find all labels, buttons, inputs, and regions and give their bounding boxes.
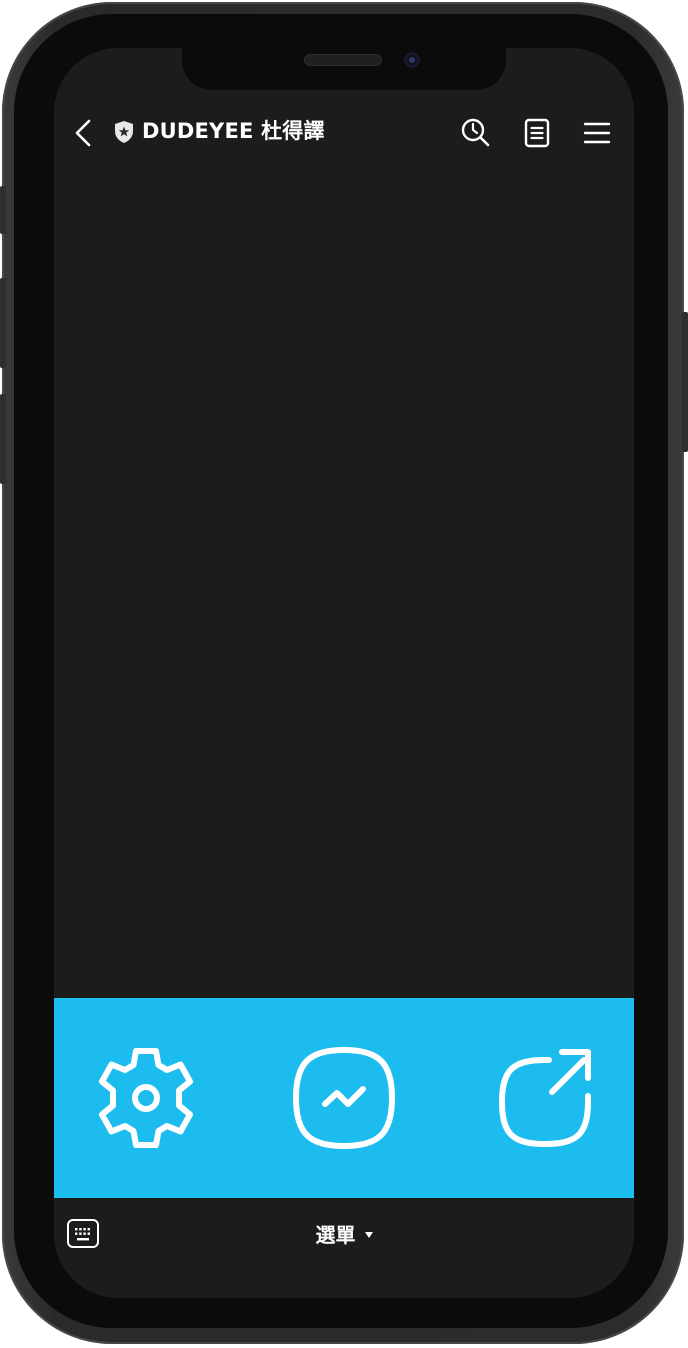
chat-title: DUDEYEE 杜得譯 <box>142 119 325 143</box>
caret-down-icon <box>364 1232 373 1238</box>
shield-star-icon <box>115 121 133 143</box>
bottom-bar: 選單 <box>54 1198 634 1272</box>
volume-down-button <box>0 394 6 484</box>
rich-menu-panel <box>54 998 634 1198</box>
chat-header: DUDEYEE 杜得譯 <box>54 108 634 158</box>
rich-menu-label: 選單 <box>315 1223 356 1247</box>
earpiece-speaker <box>304 54 382 66</box>
volume-up-button <box>0 278 6 368</box>
chat-button[interactable] <box>288 1042 400 1154</box>
notes-button[interactable] <box>520 116 554 150</box>
more-menu-button[interactable] <box>580 116 614 150</box>
share-button[interactable] <box>488 1042 600 1154</box>
messenger-icon <box>292 1046 396 1150</box>
mute-switch <box>0 186 6 234</box>
search-button[interactable] <box>458 116 492 150</box>
power-button <box>682 312 688 452</box>
gear-icon <box>99 1048 193 1148</box>
screen: DUDEYEE 杜得譯 選單 <box>54 48 634 1298</box>
settings-button[interactable] <box>90 1042 202 1154</box>
notch <box>182 48 506 90</box>
chevron-left-icon <box>75 119 91 147</box>
rich-menu-toggle[interactable]: 選單 <box>54 1220 634 1250</box>
document-icon <box>524 118 550 148</box>
hamburger-menu-icon <box>583 122 611 144</box>
back-button[interactable] <box>68 116 98 150</box>
front-camera <box>404 52 420 68</box>
share-arrow-icon <box>498 1049 591 1148</box>
search-icon <box>461 118 490 147</box>
